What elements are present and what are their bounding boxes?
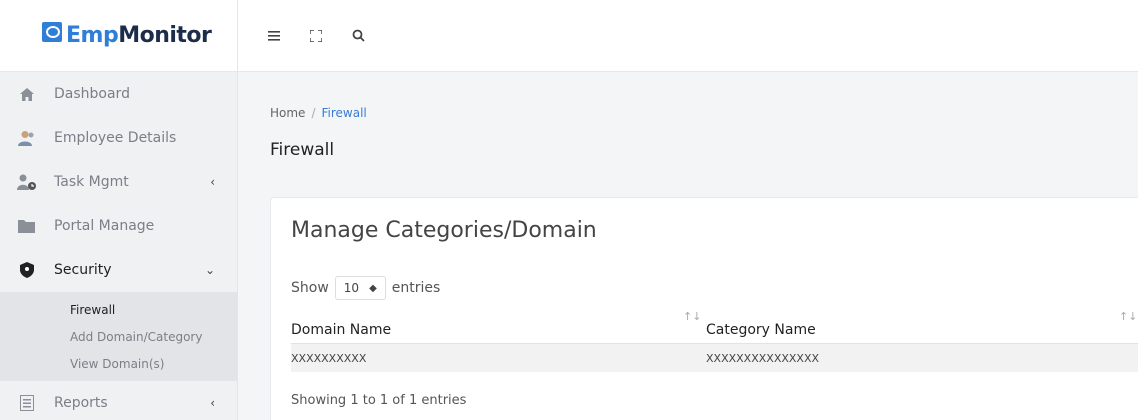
page-title: Firewall <box>270 140 335 160</box>
chevron-left-icon: ‹ <box>210 396 215 410</box>
fullscreen-icon[interactable] <box>308 28 324 44</box>
category-name-cell: XXXXXXXXXXXXXXX <box>706 352 820 365</box>
breadcrumb-home[interactable]: Home <box>270 106 305 120</box>
breadcrumb-current[interactable]: Firewall <box>321 106 366 120</box>
sidebar-item-task-mgmt[interactable]: Task Mgmt ‹ <box>0 160 237 204</box>
home-icon <box>17 85 37 103</box>
sidebar-item-employee-details[interactable]: Employee Details <box>0 116 237 160</box>
topbar <box>238 0 1138 72</box>
breadcrumb-separator: / <box>311 106 316 120</box>
sort-icon[interactable]: ↑↓ <box>683 310 701 323</box>
brand-name: EmpMonitor <box>66 23 212 48</box>
show-label: Show <box>291 280 329 296</box>
sidebar-item-dashboard[interactable]: Dashboard <box>0 72 237 116</box>
submenu-item-add-domain-category[interactable]: Add Domain/Category <box>0 323 237 350</box>
breadcrumb: Home / Firewall <box>270 106 1138 120</box>
user-clock-icon <box>17 173 37 191</box>
domain-table: Domain Name ↑↓ Category Name ↑↓ XXXXXXXX… <box>291 310 1138 372</box>
manage-categories-card: Manage Categories/Domain Show 10 ◆ entri… <box>270 197 1138 420</box>
sidebar: EmpMonitor Dashboard Employee Details Ta… <box>0 0 238 420</box>
column-header-domain-name[interactable]: Domain Name <box>291 322 391 338</box>
submenu-item-view-domains[interactable]: View Domain(s) <box>0 350 237 377</box>
chevron-down-icon: ⌄ <box>204 263 215 277</box>
card-title: Manage Categories/Domain <box>291 218 597 243</box>
page-size-select[interactable]: 10 ◆ <box>334 276 386 300</box>
brand-logo[interactable]: EmpMonitor <box>0 0 237 72</box>
sort-icon[interactable]: ↑↓ <box>1119 310 1137 323</box>
shield-icon <box>17 261 37 279</box>
sidebar-item-security[interactable]: Security ⌄ <box>0 248 237 292</box>
monitor-logo-icon <box>42 21 62 42</box>
chevron-left-icon: ‹ <box>210 175 215 189</box>
submenu-item-firewall[interactable]: Firewall <box>0 296 237 323</box>
sidebar-item-label: Dashboard <box>54 86 130 102</box>
users-icon <box>17 129 37 147</box>
column-header-category-name[interactable]: Category Name <box>706 322 816 338</box>
sidebar-item-label: Employee Details <box>54 130 177 146</box>
entries-label: entries <box>391 280 441 296</box>
sidebar-item-portal-manage[interactable]: Portal Manage <box>0 204 237 248</box>
sidebar-item-label: Security <box>54 262 112 278</box>
sort-caret-icon: ◆ <box>369 282 377 294</box>
table-header: Domain Name ↑↓ Category Name ↑↓ <box>291 310 1138 344</box>
security-submenu: Firewall Add Domain/Category View Domain… <box>0 292 237 381</box>
sidebar-item-label: Task Mgmt <box>54 174 129 190</box>
sidebar-item-label: Reports <box>54 395 108 411</box>
domain-name-cell: XXXXXXXXXX <box>291 352 367 365</box>
table-row[interactable]: XXXXXXXXXX XXXXXXXXXXXXXXX <box>291 344 1138 372</box>
brand-name-part1: Emp <box>66 23 119 48</box>
page-size-control: Show 10 ◆ entries <box>291 276 440 300</box>
sidebar-nav: Dashboard Employee Details Task Mgmt ‹ P… <box>0 72 237 420</box>
table-info: Showing 1 to 1 of 1 entries <box>291 393 467 408</box>
report-icon <box>17 394 37 412</box>
sidebar-item-label: Portal Manage <box>54 218 155 234</box>
brand-name-part2: Monitor <box>118 23 212 48</box>
main-content: Home / Firewall Firewall Manage Categories… <box>238 73 1138 420</box>
folder-icon <box>17 217 37 235</box>
sidebar-item-reports[interactable]: Reports ‹ <box>0 381 237 420</box>
search-icon[interactable] <box>350 28 366 44</box>
menu-icon[interactable] <box>266 28 282 44</box>
page-size-value: 10 <box>343 281 360 295</box>
